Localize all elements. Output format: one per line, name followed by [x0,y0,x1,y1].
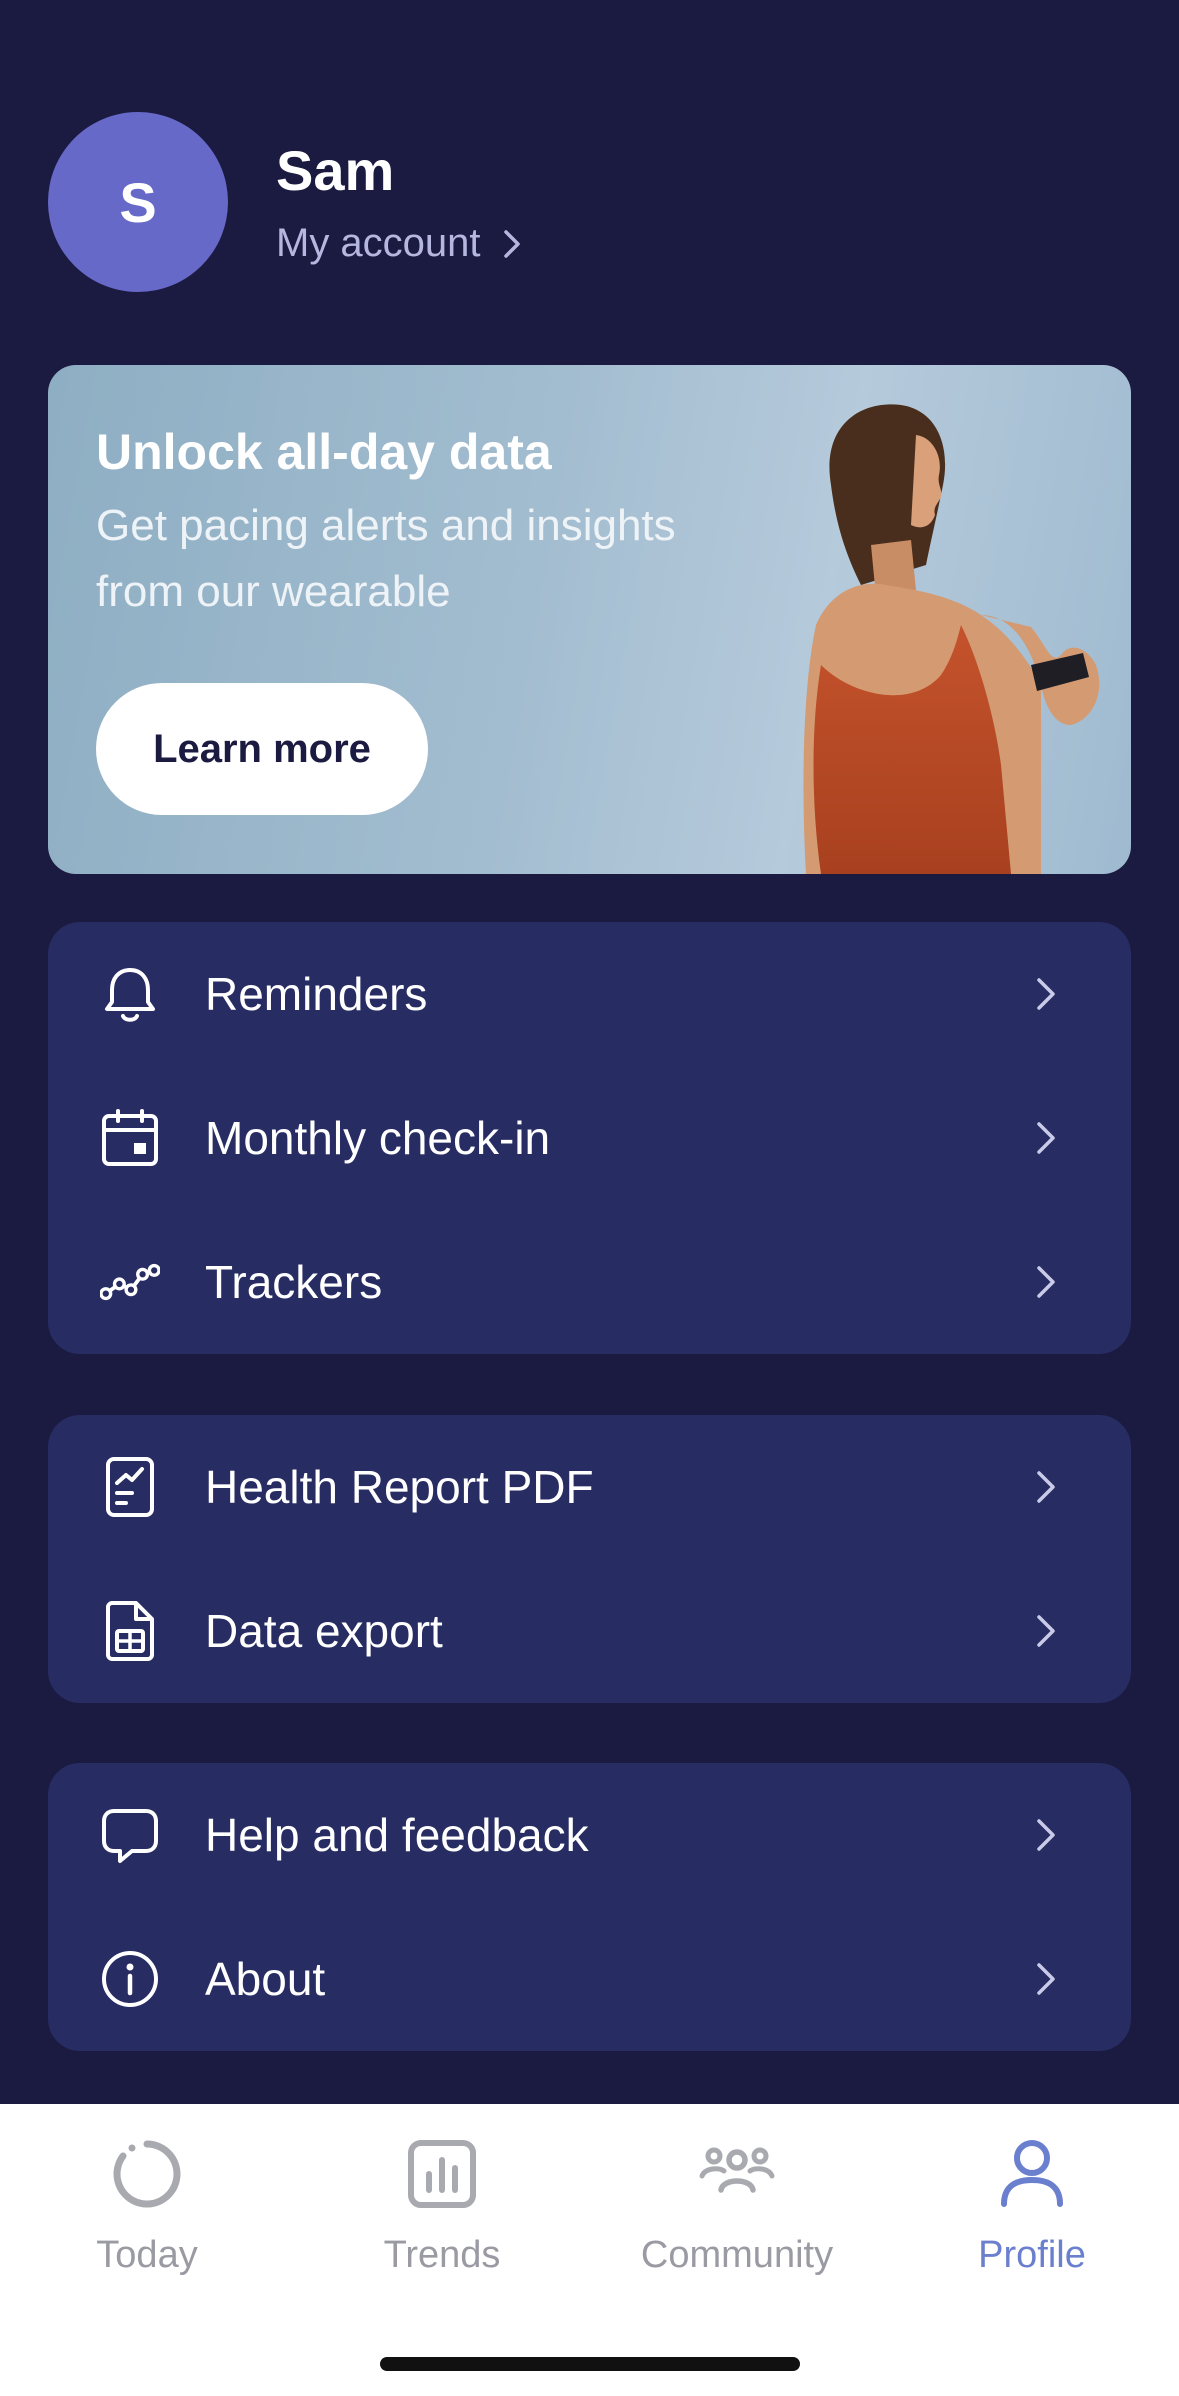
promo-photo [803,404,1100,874]
tab-label: Community [640,2234,834,2276]
promo-title: Unlock all-day data [96,424,552,480]
menu-item-label: Help and feedback [205,1809,589,1861]
menu-item-health-report-pdf[interactable]: Health Report PDF [48,1415,1131,1559]
spreadsheet-file-icon [100,1601,160,1661]
menu-item-data-export[interactable]: Data export [48,1559,1131,1703]
bottom-tab-bar: Today Trends Community Profile [0,2104,1179,2396]
trend-line-icon [100,1252,160,1312]
menu-item-trackers[interactable]: Trackers [48,1210,1131,1354]
report-icon [100,1457,160,1517]
tab-label: Today [96,2234,198,2276]
chevron-right-icon [1037,978,1055,1010]
chat-bubble-icon [100,1805,160,1865]
bar-chart-icon [408,2140,476,2208]
menu-item-help-and-feedback[interactable]: Help and feedback [48,1763,1131,1907]
menu-item-label: Reminders [205,968,428,1020]
chevron-right-icon [1037,1963,1055,1995]
chevron-right-icon [1037,1266,1055,1298]
my-account-label: My account [276,221,481,265]
chevron-right-icon [1037,1471,1055,1503]
people-icon [699,2147,775,2193]
menu-item-monthly-check-in[interactable]: Monthly check-in [48,1066,1131,1210]
tab-today[interactable]: Today [27,2134,267,2277]
calendar-icon [100,1108,160,1168]
person-icon [1001,2140,1063,2207]
my-account-link[interactable]: My account [276,221,521,266]
promo-subtitle: Get pacing alerts and insights from our … [96,501,676,616]
profile-header: S Sam My account [48,112,521,292]
tab-label: Trends [383,2234,501,2276]
menu-group-reports: Health Report PDF Data export [48,1415,1131,1703]
avatar[interactable]: S [48,112,228,292]
avatar-initial: S [119,170,157,234]
tab-trends[interactable]: Trends [322,2134,562,2277]
tab-profile[interactable]: Profile [912,2134,1152,2277]
chevron-right-icon [503,229,520,258]
home-indicator [380,2357,800,2371]
menu-group-tracking: Reminders Monthly check-in Trackers [48,922,1131,1354]
learn-more-button[interactable]: Learn more [96,683,428,815]
menu-item-label: About [205,1953,326,2005]
chevron-right-icon [1037,1615,1055,1647]
menu-item-reminders[interactable]: Reminders [48,922,1131,1066]
menu-group-support: Help and feedback About [48,1763,1131,2051]
chevron-right-icon [1037,1819,1055,1851]
user-name: Sam [276,139,395,202]
menu-item-label: Data export [205,1605,443,1657]
menu-item-about[interactable]: About [48,1907,1131,2051]
chevron-right-icon [1037,1122,1055,1154]
wearable-promo-banner: Unlock all-day data Get pacing alerts an… [48,365,1131,874]
menu-item-label: Health Report PDF [205,1461,594,1513]
tab-community[interactable]: Community [617,2134,857,2277]
menu-item-label: Trackers [205,1256,383,1308]
info-icon [100,1949,160,2009]
ring-icon [113,2140,181,2208]
menu-item-label: Monthly check-in [205,1112,551,1164]
tab-label: Profile [978,2234,1086,2276]
bell-icon [100,964,160,1024]
user-info: Sam My account [276,138,521,266]
